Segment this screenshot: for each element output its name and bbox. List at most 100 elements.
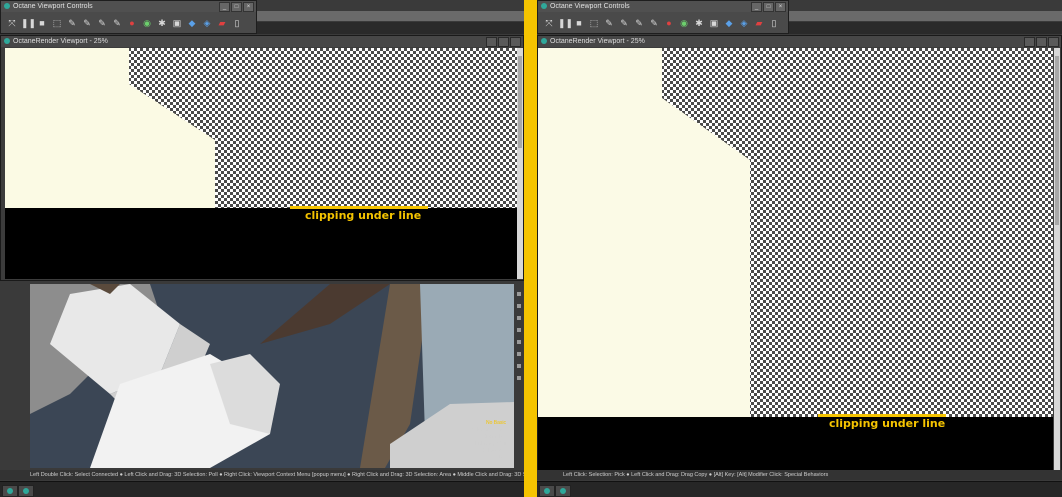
pause-icon[interactable]: ❚❚ — [21, 17, 36, 29]
region-icon[interactable]: ⬚ — [51, 17, 63, 29]
color-icon[interactable]: ▰ — [216, 17, 228, 29]
scene-geometry — [30, 284, 514, 468]
stop-icon[interactable]: ■ — [36, 17, 48, 29]
tool-icon[interactable] — [517, 340, 521, 344]
spin-icon[interactable]: ◈ — [201, 17, 213, 29]
phone-icon[interactable]: ▯ — [768, 17, 780, 29]
lock-icon[interactable]: ▣ — [708, 17, 720, 29]
settings-icon[interactable]: ✱ — [156, 17, 168, 29]
render-viewport-title: OctaneRender Viewport - 25% — [13, 38, 108, 45]
window-buttons: _ □ × — [751, 2, 786, 12]
taskbar — [0, 481, 524, 497]
host-menu-strip — [789, 11, 1062, 21]
render-canvas[interactable]: clipping under line — [538, 48, 1053, 471]
record-icon[interactable]: ● — [126, 17, 138, 29]
phone-icon[interactable]: ▯ — [231, 17, 243, 29]
pick-material-icon[interactable]: ✎ — [96, 17, 108, 29]
minimize-button[interactable]: _ — [751, 2, 762, 12]
region-icon[interactable]: ⬚ — [588, 17, 600, 29]
pick-object-icon[interactable]: ✎ — [648, 17, 660, 29]
spin-icon[interactable]: ◈ — [738, 17, 750, 29]
host-toolbar-strip — [257, 22, 524, 34]
minimize-button[interactable]: _ — [219, 2, 230, 12]
viewport-controls-title: Octane Viewport Controls — [550, 3, 630, 10]
tool-icon[interactable] — [517, 352, 521, 356]
render-scrollbar[interactable] — [1054, 48, 1060, 471]
taskbar — [537, 481, 1062, 497]
viewport-side-tools — [514, 284, 524, 468]
octane-logo-icon — [4, 3, 10, 9]
tool-icon[interactable] — [517, 292, 521, 296]
pin-icon[interactable]: ◆ — [723, 17, 735, 29]
clipping-label: clipping under line — [829, 417, 946, 430]
left-tool-strip — [0, 284, 30, 468]
tool-icon[interactable] — [517, 328, 521, 332]
stop-icon[interactable]: ■ — [573, 17, 585, 29]
expand-icon[interactable]: ⤧ — [543, 17, 555, 29]
host-toolbar-strip — [789, 22, 1062, 34]
expand-icon[interactable]: ⤧ — [6, 17, 18, 29]
viewport-controls-titlebar: Octane Viewport Controls _ □ × — [538, 1, 788, 12]
tool-icon[interactable] — [517, 316, 521, 320]
octane-logo-icon — [4, 38, 10, 44]
3d-viewport[interactable]: No Basic Polygons / Face Channels 1 Ligh… — [30, 284, 514, 468]
close-button[interactable]: × — [775, 2, 786, 12]
viewport-controls-title: Octane Viewport Controls — [13, 3, 93, 10]
left-screenshot-pane: Octane Viewport Controls _ □ × ⤧ ❚❚ ■ ⬚ … — [0, 0, 524, 497]
rendered-building-wall — [538, 48, 750, 417]
pick-white-icon[interactable]: ✎ — [618, 17, 630, 29]
render-scrollbar[interactable] — [517, 48, 523, 279]
viewport-toolbar: ⤧ ❚❚ ■ ⬚ ✎ ✎ ✎ ✎ ● ◉ ✱ ▣ ◆ ◈ ▰ ▯ — [538, 12, 788, 29]
close-button[interactable]: × — [243, 2, 254, 12]
clipping-label: clipping under line — [305, 209, 422, 222]
pin-icon[interactable]: ◆ — [186, 17, 198, 29]
pick-focus-icon[interactable]: ✎ — [603, 17, 615, 29]
status-bar: Left Click: Selection: Pick ● Left Click… — [537, 470, 1062, 480]
camera-icon[interactable]: ◉ — [141, 17, 153, 29]
render-viewport-title: OctaneRender Viewport - 25% — [550, 38, 645, 45]
viewport-controls-window: Octane Viewport Controls _ □ × ⤧ ❚❚ ■ ⬚ … — [0, 0, 257, 34]
minimize-button[interactable] — [486, 37, 497, 47]
tool-icon[interactable] — [517, 376, 521, 380]
viewport-controls-titlebar: Octane Viewport Controls _ □ × — [1, 1, 256, 12]
record-icon[interactable]: ● — [663, 17, 675, 29]
pick-object-icon[interactable]: ✎ — [111, 17, 123, 29]
minimize-button[interactable] — [1024, 37, 1035, 47]
status-bar: Left Double Click: Select Connected ● Le… — [0, 470, 524, 480]
right-screenshot-pane: Octane Viewport Controls _ □ × ⤧ ❚❚ ■ ⬚ … — [537, 0, 1062, 497]
render-viewport-window: OctaneRender Viewport - 25% clipping und… — [0, 35, 524, 281]
close-button[interactable] — [510, 37, 521, 47]
maximize-button[interactable]: □ — [763, 2, 774, 12]
octane-logo-icon — [541, 3, 547, 9]
tool-icon[interactable] — [517, 304, 521, 308]
octane-logo-icon — [541, 38, 547, 44]
render-canvas[interactable]: clipping under line — [5, 48, 517, 279]
viewport-toolbar: ⤧ ❚❚ ■ ⬚ ✎ ✎ ✎ ✎ ● ◉ ✱ ▣ ◆ ◈ ▰ ▯ — [1, 12, 256, 29]
yellow-divider — [524, 0, 537, 497]
pick-white-icon[interactable]: ✎ — [81, 17, 93, 29]
taskbar-app-button[interactable] — [2, 485, 18, 497]
viewport-controls-window: Octane Viewport Controls _ □ × ⤧ ❚❚ ■ ⬚ … — [537, 0, 789, 34]
window-buttons: _ □ × — [219, 2, 254, 12]
clipped-black-area — [5, 208, 517, 279]
taskbar-octane-button[interactable] — [555, 485, 571, 497]
taskbar-app-button[interactable] — [539, 485, 555, 497]
pause-icon[interactable]: ❚❚ — [558, 17, 573, 29]
pick-focus-icon[interactable]: ✎ — [66, 17, 78, 29]
maximize-button[interactable] — [1036, 37, 1047, 47]
lock-icon[interactable]: ▣ — [171, 17, 183, 29]
pick-material-icon[interactable]: ✎ — [633, 17, 645, 29]
render-viewport-titlebar: OctaneRender Viewport - 25% — [538, 36, 1061, 47]
close-button[interactable] — [1048, 37, 1059, 47]
clipped-black-area — [538, 417, 1053, 471]
settings-icon[interactable]: ✱ — [693, 17, 705, 29]
maximize-button[interactable] — [498, 37, 509, 47]
viewport-info-overlay: No Basic Polygons / Face Channels 1 Ligh… — [470, 420, 506, 461]
tool-icon[interactable] — [517, 364, 521, 368]
taskbar-octane-button[interactable] — [18, 485, 34, 497]
camera-icon[interactable]: ◉ — [678, 17, 690, 29]
render-viewport-titlebar: OctaneRender Viewport - 25% — [1, 36, 523, 47]
maximize-button[interactable]: □ — [231, 2, 242, 12]
render-viewport-window: OctaneRender Viewport - 25% clipping und… — [537, 35, 1062, 471]
color-icon[interactable]: ▰ — [753, 17, 765, 29]
